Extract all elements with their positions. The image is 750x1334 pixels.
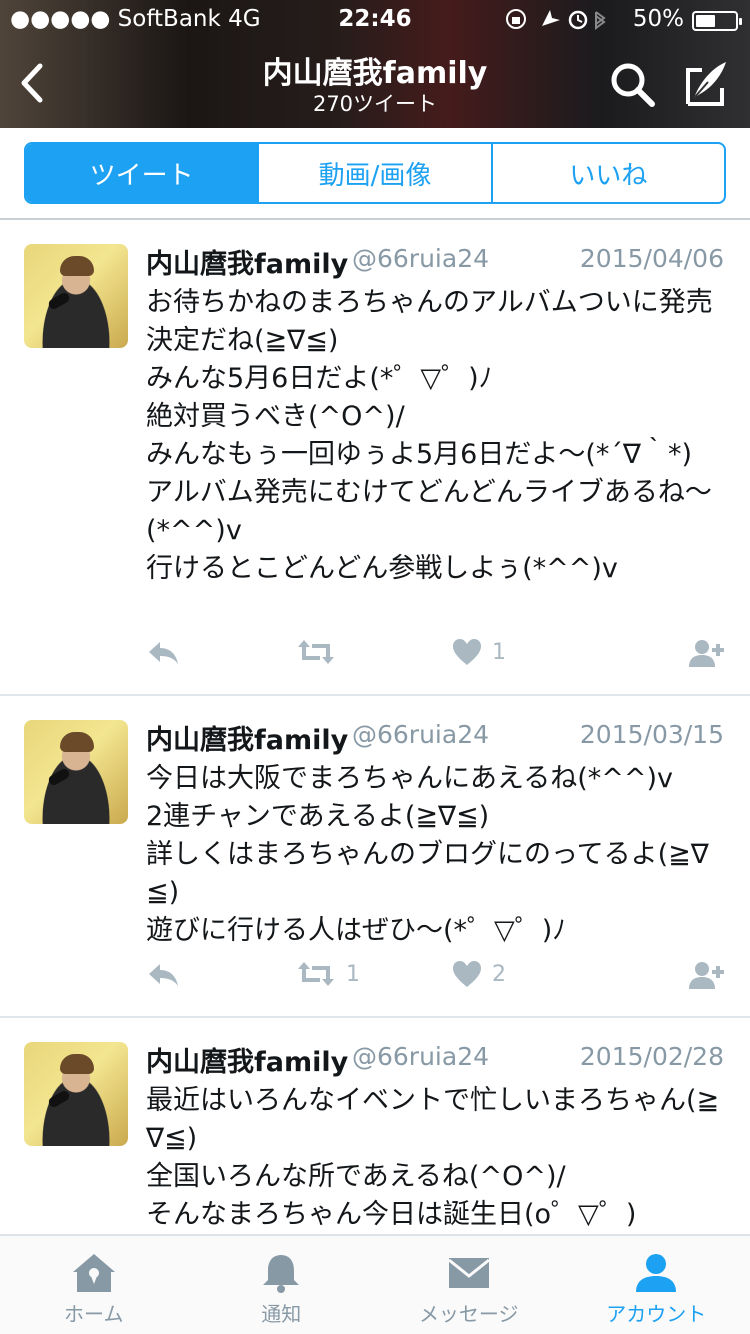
envelope-icon [447,1258,490,1288]
battery-fill [696,15,715,27]
tweet-author-handle: @66ruia24 [352,1042,490,1071]
tab-home-label: ホーム [64,1302,124,1326]
tab-messages-label: メッセージ [418,1302,519,1326]
like-count: 2 [492,961,506,987]
retweet-count: 1 [346,961,360,987]
tweet-card[interactable]: 内山麿我family @66ruia24 2015/04/06 お待ちかねのまろ… [0,220,750,696]
like-heart-icon[interactable]: 1 [452,638,506,666]
home-icon [72,1254,115,1292]
tab-account[interactable]: アカウント [563,1236,750,1334]
status-icons [506,6,606,37]
follow-user-icon[interactable] [688,960,726,990]
person-icon [636,1254,677,1292]
follow-user-icon[interactable] [688,638,726,668]
like-count: 1 [492,639,506,665]
tweet-author-name[interactable]: 内山麿我family [146,1040,348,1079]
status-bar: ●●●●● SoftBank 4G 22:46 50% [0,0,750,40]
tab-notifications-label: 通知 [261,1302,302,1326]
tab-home[interactable]: ホーム [0,1236,188,1334]
retweet-icon[interactable] [296,638,346,666]
retweet-icon[interactable]: 1 [296,960,360,988]
avatar[interactable] [24,244,128,348]
tweet-author-name[interactable]: 内山麿我family [146,718,348,757]
like-heart-icon[interactable]: 2 [452,960,506,988]
battery-percent: 50% [632,6,684,32]
tab-tweets[interactable]: ツイート [26,144,260,202]
tweet-card[interactable]: 内山麿我family @66ruia24 2015/02/28 最近はいろんなイ… [0,1018,750,1234]
profile-tabs: ツイート 動画/画像 いいね [24,142,726,204]
battery-icon [692,11,742,31]
tab-account-label: アカウント [606,1302,707,1326]
tweet-author-name[interactable]: 内山麿我family [146,242,348,281]
tab-messages[interactable]: メッセージ [375,1236,563,1334]
bell-icon [263,1255,300,1293]
tweet-actions: 1 [0,638,750,678]
tab-media[interactable]: 動画/画像 [259,144,493,202]
tweet-author-handle: @66ruia24 [352,720,490,749]
tweet-card[interactable]: 内山麿我family @66ruia24 2015/03/15 今日は大阪でまろ… [0,696,750,1018]
compose-quill-icon[interactable] [680,58,730,108]
tab-notifications[interactable]: 通知 [188,1236,376,1334]
search-icon[interactable] [608,60,656,108]
tweet-actions: 1 2 [0,960,750,1000]
system-status-icons [506,9,606,30]
reply-icon[interactable] [146,638,180,666]
tweet-text: お待ちかねのまろちゃんのアルバムついに発売決定だね(≧∇≦) みんな5月6日だよ… [146,287,713,584]
profile-header: ●●●●● SoftBank 4G 22:46 50% 内山麿我family 2… [0,0,750,128]
bottom-tab-bar: ホーム 通知 メッセージ アカウント [0,1234,750,1334]
tweet-date: 2015/02/28 [579,1042,724,1071]
tweet-text: 最近はいろんなイベントで忙しいまろちゃん(≧∇≦) 全国いろんな所であえるね(^… [146,1085,720,1230]
tweet-date: 2015/03/15 [579,720,724,749]
nav-bar: 内山麿我family 270ツイート [0,40,750,128]
tweet-date: 2015/04/06 [579,244,724,273]
avatar[interactable] [24,720,128,824]
reply-icon[interactable] [146,960,180,988]
tab-likes[interactable]: いいね [493,144,724,202]
tweet-text: 今日は大阪でまろちゃんにあえるね(*^^)v 2連チャンであえるよ(≧∇≦) 詳… [146,763,709,946]
avatar[interactable] [24,1042,128,1146]
tweet-author-handle: @66ruia24 [352,244,490,273]
